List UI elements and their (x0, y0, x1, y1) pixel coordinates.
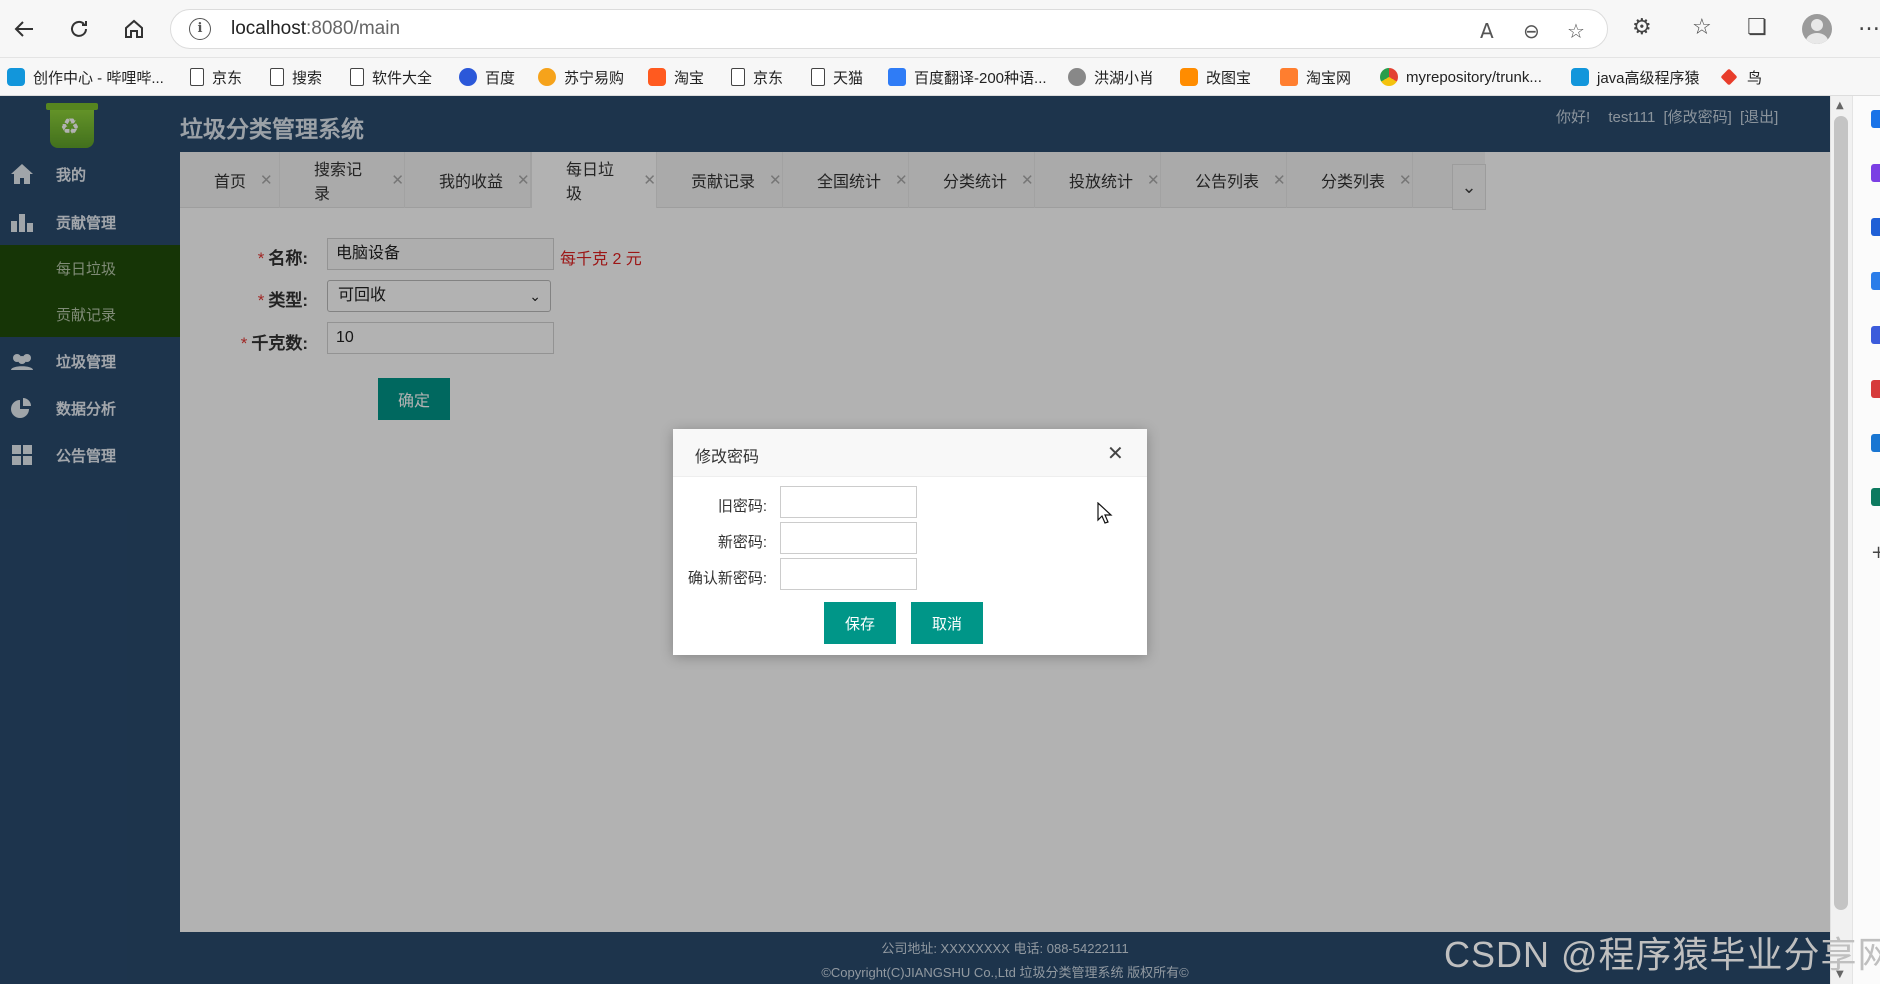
bookmark-item[interactable]: 改图宝 (1180, 66, 1251, 88)
extensions-icon[interactable]: ⚙ (1632, 15, 1652, 40)
outlook-icon[interactable] (1871, 434, 1880, 452)
add-favorite-icon[interactable]: ☆ (1567, 19, 1585, 43)
reload-icon[interactable] (62, 12, 96, 46)
honghu-icon (1068, 68, 1086, 86)
more-menu-icon[interactable]: … (1858, 11, 1880, 36)
url-path: :8080/main (306, 18, 401, 39)
bookmark-label: java高级程序猿 (1597, 69, 1700, 87)
profile-avatar[interactable] (1802, 14, 1832, 44)
bookmark-item[interactable]: 淘宝 (648, 66, 704, 88)
bookmark-item[interactable]: 创作中心 - 哔哩哔... (7, 66, 164, 88)
confirm-password-label: 确认新密码: (687, 570, 767, 587)
close-icon[interactable]: ✕ (1107, 441, 1124, 465)
page-icon (350, 68, 364, 86)
url-host: localhost (231, 18, 306, 39)
old-password-input[interactable] (780, 486, 917, 518)
copilot-icon[interactable] (1871, 164, 1880, 182)
address-bar[interactable]: i localhost:8080/main A ⊖ ☆ (170, 9, 1608, 49)
dialog-title: 修改密码 (695, 449, 760, 466)
gaitubao-icon (1180, 68, 1198, 86)
drop-icon[interactable] (1871, 488, 1880, 506)
bookmark-item[interactable]: 软件大全 (350, 66, 432, 88)
shopping-icon[interactable] (1871, 218, 1880, 236)
browser-toolbar: i localhost:8080/main A ⊖ ☆ ⚙ ☆ ❏ … (0, 0, 1880, 58)
scroll-up-icon[interactable]: ▲ (1836, 100, 1844, 111)
tools-icon[interactable] (1871, 272, 1880, 290)
url-text[interactable]: localhost:8080/main (231, 18, 400, 40)
bookmark-item[interactable]: myrepository/trunk... (1380, 66, 1542, 88)
change-password-dialog: 修改密码 ✕ 旧密码: 新密码: 确认新密码: 保存 取消 (673, 429, 1147, 655)
people-icon[interactable] (1871, 326, 1880, 344)
page-icon (270, 68, 284, 86)
read-aloud-icon[interactable]: A (1480, 19, 1494, 43)
confirm-password-input[interactable] (780, 558, 917, 590)
page-icon (731, 68, 745, 86)
bookmark-label: 软件大全 (372, 69, 433, 87)
suning-icon (538, 68, 556, 86)
scrollbar-thumb[interactable] (1834, 116, 1848, 910)
home-browser-icon[interactable] (117, 12, 151, 46)
page-icon (811, 68, 825, 86)
old-password-label: 旧密码: (717, 498, 767, 515)
fanyi-icon (888, 68, 906, 86)
bookmark-label: 搜索 (292, 69, 323, 87)
taobao-icon (648, 68, 666, 86)
page-icon (190, 68, 204, 86)
bookmark-item[interactable]: 京东 (731, 66, 783, 88)
bookmark-label: 京东 (212, 69, 243, 87)
new-password-input[interactable] (780, 522, 917, 554)
bookmark-item[interactable]: 百度 (459, 66, 515, 88)
bookmark-item[interactable]: 百度翻译-200种语... (888, 66, 1047, 88)
save-button[interactable]: 保存 (824, 602, 896, 644)
bookmark-label: myrepository/trunk... (1406, 68, 1542, 86)
bookmark-item[interactable]: 洪湖小肖 (1068, 66, 1154, 88)
favorites-icon[interactable]: ☆ (1692, 15, 1712, 40)
watermark-text: CSDN @程序猿毕业分享网 (1444, 934, 1880, 975)
bookmark-label: 鸟 (1747, 69, 1763, 87)
add-icon[interactable]: + (1871, 542, 1880, 563)
bilibili-icon (1571, 68, 1589, 86)
dialog-header: 修改密码 ✕ (673, 429, 1147, 477)
bookmark-label: 苏宁易购 (564, 69, 625, 87)
bird-icon (1720, 68, 1738, 86)
bookmark-item[interactable]: 搜索 (270, 66, 322, 88)
site-info-icon[interactable]: i (189, 18, 211, 40)
bookmarks-bar: 创作中心 - 哔哩哔... 京东 搜索 软件大全 百度 苏宁易购 淘宝 京东 天… (0, 58, 1880, 96)
bookmark-label: 百度翻译-200种语... (914, 69, 1047, 87)
bookmark-item[interactable]: 鸟 (1720, 66, 1763, 88)
mouse-cursor-icon (1097, 502, 1113, 524)
bookmark-item[interactable]: 淘宝网 (1280, 66, 1351, 88)
browser-side-panel: + (1852, 96, 1880, 984)
page-scrollbar[interactable]: ▲ ▼ (1830, 96, 1852, 984)
office-icon[interactable] (1871, 380, 1880, 398)
bookmark-label: 改图宝 (1206, 69, 1252, 87)
back-icon[interactable] (7, 12, 41, 46)
cancel-button[interactable]: 取消 (911, 602, 983, 644)
chrome-icon (1380, 68, 1398, 86)
bookmark-label: 淘宝网 (1306, 69, 1352, 87)
zoom-out-icon[interactable]: ⊖ (1523, 19, 1540, 43)
bookmark-label: 淘宝 (674, 69, 705, 87)
bookmark-label: 京东 (753, 69, 784, 87)
collections-icon[interactable]: ❏ (1747, 15, 1767, 40)
baidu-icon (459, 68, 477, 86)
taobao-icon (1280, 68, 1298, 86)
bookmark-item[interactable]: java高级程序猿 (1571, 66, 1700, 88)
bookmark-label: 百度 (485, 69, 516, 87)
bilibili-icon (7, 68, 25, 86)
bookmark-label: 创作中心 - 哔哩哔... (33, 69, 164, 87)
bookmark-label: 天猫 (833, 69, 864, 87)
bookmark-label: 洪湖小肖 (1094, 69, 1155, 87)
search-sidebar-icon[interactable] (1871, 110, 1880, 128)
bookmark-item[interactable]: 京东 (190, 66, 242, 88)
new-password-label: 新密码: (717, 534, 767, 551)
bookmark-item[interactable]: 苏宁易购 (538, 66, 624, 88)
bookmark-item[interactable]: 天猫 (811, 66, 863, 88)
